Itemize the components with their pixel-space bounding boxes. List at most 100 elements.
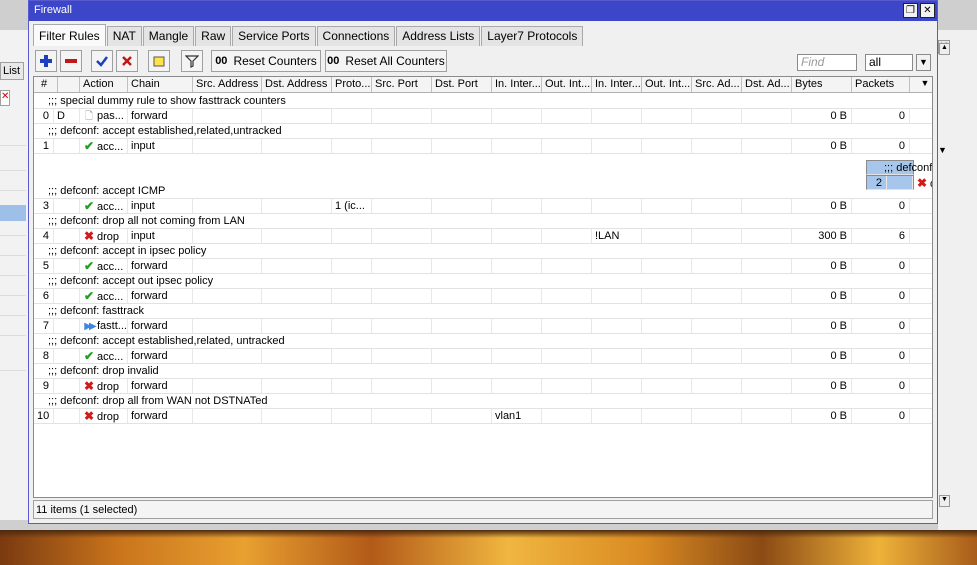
reset-counters-label: Reset Counters [233, 54, 317, 68]
column-header[interactable]: Action [80, 77, 128, 92]
column-header[interactable]: Packets [852, 77, 910, 92]
table-row[interactable]: 3 ✔ acc... input 1 (ic... 0 B0 [34, 199, 932, 214]
column-header[interactable]: Dst. Address [262, 77, 332, 92]
table-row[interactable]: 8 ✔ acc... forward 0 B0 [34, 349, 932, 364]
rule-comment: ;;; defconf: drop invalid [48, 365, 159, 377]
column-header[interactable]: Src. Port [372, 77, 432, 92]
column-header[interactable]: Bytes [792, 77, 852, 92]
column-header-flags[interactable] [54, 77, 80, 92]
disable-button[interactable] [116, 50, 138, 72]
rule-comment: ;;; defconf: fasttrack [48, 305, 144, 317]
rule-chain: input [128, 139, 193, 153]
column-header[interactable]: In. Inter... [492, 77, 542, 92]
column-header[interactable]: Src. Ad... [692, 77, 742, 92]
funnel-icon [185, 55, 199, 68]
enable-button[interactable] [91, 50, 113, 72]
column-header[interactable]: Out. Int... [642, 77, 692, 92]
counter-icon: 00 [327, 55, 340, 67]
vertical-scrollbar[interactable]: ▲ ▼ [939, 43, 950, 507]
rule-protocol [332, 379, 372, 393]
rule-chain: forward [128, 109, 193, 123]
rule-src-address [193, 109, 262, 123]
table-row[interactable]: 9 ✖ drop forward 0 B0 [34, 379, 932, 394]
select-dropdown-icon[interactable]: ▼ [916, 54, 931, 71]
tab-layer7-protocols[interactable]: Layer7 Protocols [481, 26, 584, 46]
comment-row[interactable]: ;;; defconf: drop all not coming from LA… [34, 214, 932, 229]
comment-row[interactable]: ;;; special dummy rule to show fasttrack… [34, 94, 932, 109]
column-header[interactable]: Proto... [332, 77, 372, 92]
add-button[interactable] [35, 50, 57, 72]
rule-packets: 0 [852, 289, 910, 303]
rule-src-address [193, 289, 262, 303]
remove-button[interactable] [60, 50, 82, 72]
rule-out-interface [542, 379, 592, 393]
filter-select[interactable]: all [865, 54, 913, 71]
reset-all-counters-button[interactable]: 00 Reset All Counters [325, 50, 447, 72]
rule-number: 5 [34, 259, 54, 273]
drop-icon: ✖ [83, 409, 95, 423]
filter-button[interactable] [181, 50, 203, 72]
background-selected-row[interactable] [0, 205, 26, 221]
rule-dst-port [432, 379, 492, 393]
table-row[interactable]: 7 ▶▶ fastt... forward 0 B0 [34, 319, 932, 334]
tab-raw[interactable]: Raw [195, 26, 232, 46]
rule-in-interface [492, 259, 542, 273]
action-label: drop [97, 231, 120, 243]
counter-icon: 00 [215, 55, 228, 67]
rule-bytes: 0 B [792, 379, 852, 393]
table-row[interactable]: 1 ✔ acc... input 0 B0 [34, 139, 932, 154]
column-header[interactable]: Out. Int... [542, 77, 592, 92]
comment-row[interactable]: ;;; defconf: accept out ipsec policy [34, 274, 932, 289]
action-label: drop [97, 411, 120, 423]
action-label: acc... [97, 141, 124, 153]
table-row[interactable]: 0 D 🗋 pas... forward 0 B0 [34, 109, 932, 124]
comment-row[interactable]: ;;; defconf: accept in ipsec policy [34, 244, 932, 259]
comment-row[interactable]: ;;; defconf: accept established,related,… [34, 124, 932, 139]
rule-flag [54, 409, 80, 423]
rule-src-address-list [692, 319, 742, 333]
scroll-down-icon[interactable]: ▼ [939, 495, 950, 507]
rule-action: 🗋 pas... [80, 109, 128, 123]
maximize-icon[interactable]: ❐ [903, 3, 918, 18]
column-menu-icon[interactable]: ▼ [918, 78, 932, 91]
table-row[interactable]: 5 ✔ acc... forward 0 B0 [34, 259, 932, 274]
scroll-up-icon[interactable]: ▲ [939, 43, 950, 55]
toolbar: 00 Reset Counters 00 Reset All Counters … [33, 48, 933, 74]
rule-dst-address-list [742, 379, 792, 393]
background-tab-list[interactable]: List [0, 62, 24, 80]
comment-row[interactable]: ;;; defconf: accept established,related,… [34, 334, 932, 349]
rule-protocol [332, 409, 372, 423]
rule-dst-address-list [742, 289, 792, 303]
rule-dst-address [262, 349, 332, 363]
tab-filter-rules[interactable]: Filter Rules [33, 24, 106, 46]
comment-row[interactable]: ;;; defconf: fasttrack [34, 304, 932, 319]
table-row[interactable]: 10 ✖ drop forward vlan1 0 B0 [34, 409, 932, 424]
rule-in-interface: vlan1 [492, 409, 542, 423]
rule-packets: 0 [852, 199, 910, 213]
background-remove-icon[interactable]: ✕ [0, 90, 10, 106]
divider [0, 255, 26, 256]
comment-row[interactable]: ;;; defconf: accept ICMP [34, 184, 932, 199]
table-row[interactable]: 6 ✔ acc... forward 0 B0 [34, 289, 932, 304]
column-header[interactable]: Src. Address [193, 77, 262, 92]
tab-address-lists[interactable]: Address Lists [396, 26, 481, 46]
tab-mangle[interactable]: Mangle [142, 26, 195, 46]
comment-row[interactable]: ;;; defconf: drop invalid [34, 364, 932, 379]
tab-connections[interactable]: Connections [316, 26, 396, 46]
comment-button[interactable] [148, 50, 170, 72]
rule-action: ✖drop [80, 409, 128, 423]
comment-row[interactable]: ;;; defconf: drop all from WAN not DSTNA… [34, 394, 932, 409]
column-header[interactable]: Chain [128, 77, 193, 92]
reset-counters-button[interactable]: 00 Reset Counters [211, 50, 321, 72]
plus-icon [40, 55, 52, 67]
tab-service-ports[interactable]: Service Ports [232, 26, 316, 46]
column-header[interactable]: In. Inter... [592, 77, 642, 92]
find-input[interactable]: Find [797, 54, 857, 71]
tab-nat[interactable]: NAT [106, 26, 142, 46]
column-header[interactable]: Dst. Port [432, 77, 492, 92]
comment-row[interactable]: ;;; defconf: drop invalid [866, 160, 932, 175]
table-row[interactable]: 4 ✖ drop input !LAN 300 B6 [34, 229, 932, 244]
close-icon[interactable]: ✕ [920, 3, 935, 18]
column-header[interactable]: Dst. Ad... [742, 77, 792, 92]
window-titlebar[interactable]: Firewall ❐ ✕ [29, 1, 937, 21]
